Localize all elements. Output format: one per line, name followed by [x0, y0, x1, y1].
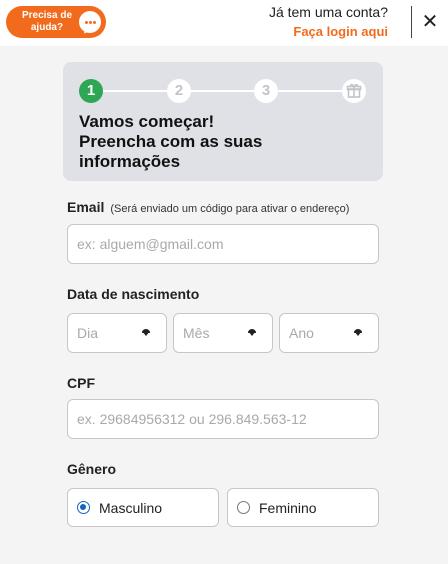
birthdate-label: Data de nascimento: [67, 286, 200, 302]
caret-down-icon: [142, 329, 150, 336]
gender-female-option[interactable]: Feminino: [227, 488, 379, 527]
step-3: 3: [254, 79, 278, 103]
email-field[interactable]: ex: alguem@gmail.com: [67, 224, 379, 264]
gender-label: Gênero: [67, 461, 117, 477]
header-divider: [411, 6, 412, 38]
help-button[interactable]: Precisa de ajuda?: [6, 6, 106, 38]
caret-down-icon: [248, 329, 256, 336]
cpf-field[interactable]: ex. 29684956312 ou 296.849.563-12: [67, 399, 379, 439]
radio-unchecked-icon: [237, 501, 250, 514]
header-bar: Precisa de ajuda? Já tem uma conta? Faça…: [0, 0, 448, 46]
login-link[interactable]: Faça login aqui: [293, 24, 388, 39]
radio-checked-icon: [77, 501, 90, 514]
year-select[interactable]: Ano: [279, 313, 379, 353]
cpf-placeholder: ex. 29684956312 ou 296.849.563-12: [77, 411, 307, 427]
account-question: Já tem uma conta?: [268, 4, 388, 20]
step-title: Vamos começar! Preencha com as suas info…: [79, 112, 263, 171]
caret-down-icon: [354, 329, 362, 336]
close-button[interactable]: ✕: [420, 10, 440, 34]
close-icon: ✕: [421, 11, 439, 33]
gender-male-option[interactable]: Masculino: [67, 488, 219, 527]
help-label: Precisa de ajuda?: [21, 10, 73, 33]
step-1: 1: [79, 79, 103, 103]
stepper-line: [91, 90, 355, 92]
step-2: 2: [167, 79, 191, 103]
stepper-card: 1 2 3 Vamos começar! Preencha com as sua…: [63, 62, 383, 181]
day-select[interactable]: Dia: [67, 313, 167, 353]
email-placeholder: ex: alguem@gmail.com: [77, 236, 224, 252]
chat-bubble-icon: [79, 11, 101, 33]
email-label: Email (Será enviado um código para ativar…: [67, 199, 350, 215]
month-select[interactable]: Mês: [173, 313, 273, 353]
gift-icon: [342, 79, 366, 103]
email-hint: (Será enviado um código para ativar o en…: [110, 203, 350, 215]
cpf-label: CPF: [67, 375, 95, 391]
